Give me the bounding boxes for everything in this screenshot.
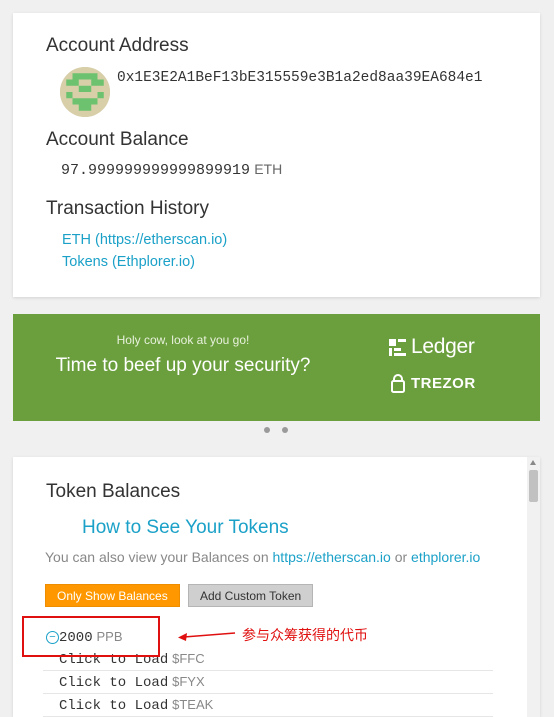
trezor-logo[interactable]: TREZOR <box>391 374 476 393</box>
identicon-avatar <box>60 67 110 117</box>
token-balances-heading: Token Balances <box>46 481 181 502</box>
token-symbol: $FFC <box>172 651 205 666</box>
balance-line: 97.999999999999899919 ETH <box>61 161 282 179</box>
token-row[interactable]: Click to Load $TEAK <box>43 694 493 717</box>
scroll-up-arrow-icon[interactable] <box>530 460 536 465</box>
account-address-heading: Account Address <box>46 35 189 56</box>
balance-unit: ETH <box>254 161 283 177</box>
account-address: 0x1E3E2A1BeF13bE315559e3B1a2ed8aa39EA684… <box>117 70 483 86</box>
identicon-icon <box>60 67 110 117</box>
security-promo-banner[interactable]: Holy cow, look at you go! Time to beef u… <box>13 314 540 421</box>
scrollbar-thumb[interactable] <box>529 470 538 502</box>
scrollbar[interactable] <box>527 457 540 717</box>
etherscan-link[interactable]: https://etherscan.io <box>273 549 391 565</box>
ledger-label: Ledger <box>411 335 475 358</box>
view-balances-prefix: You can also view your Balances on <box>45 549 269 565</box>
token-amount-line: Click to Load $FYX <box>59 673 205 691</box>
trezor-label: TREZOR <box>411 375 476 392</box>
ethplorer-history-link[interactable]: Tokens (Ethplorer.io) <box>62 254 195 270</box>
account-balance-heading: Account Balance <box>46 129 189 150</box>
ethplorer-link[interactable]: ethplorer.io <box>411 549 480 565</box>
carousel-dot-2[interactable] <box>282 427 288 433</box>
add-custom-token-button[interactable]: Add Custom Token <box>188 584 314 607</box>
annotation-text: 参与众筹获得的代币 <box>242 627 368 643</box>
token-balances-card: Token Balances How to See Your Tokens Yo… <box>13 457 540 717</box>
carousel-dot-1[interactable] <box>264 427 270 433</box>
annotation-highlight-box <box>22 616 160 657</box>
etherscan-history-link[interactable]: ETH (https://etherscan.io) <box>62 232 227 248</box>
token-symbol: $TEAK <box>172 697 214 712</box>
token-amount-line: Click to Load $TEAK <box>59 696 213 714</box>
token-symbol: $FYX <box>172 674 205 689</box>
how-to-see-tokens-link[interactable]: How to See Your Tokens <box>82 517 289 539</box>
balance-value: 97.999999999999899919 <box>61 162 251 179</box>
or-text: or <box>394 549 408 565</box>
promo-subtext: Holy cow, look at you go! <box>116 333 250 347</box>
account-card: Account Address 0x1E3E2A1BeF13bE315559e3… <box>13 13 540 297</box>
ledger-logo[interactable]: Ledger <box>389 335 475 359</box>
carousel-dots <box>264 427 288 433</box>
view-balances-text: You can also view your Balances on https… <box>45 549 480 565</box>
ledger-icon <box>389 338 406 356</box>
transaction-history-heading: Transaction History <box>46 198 209 219</box>
trezor-icon <box>391 374 405 393</box>
only-show-balances-button[interactable]: Only Show Balances <box>45 584 180 607</box>
promo-title: Time to beef up your security? <box>55 355 311 376</box>
click-to-load[interactable]: Click to Load <box>59 675 168 691</box>
token-row[interactable]: Click to Load $FYX <box>43 671 493 694</box>
annotation-arrow-icon <box>178 632 236 641</box>
